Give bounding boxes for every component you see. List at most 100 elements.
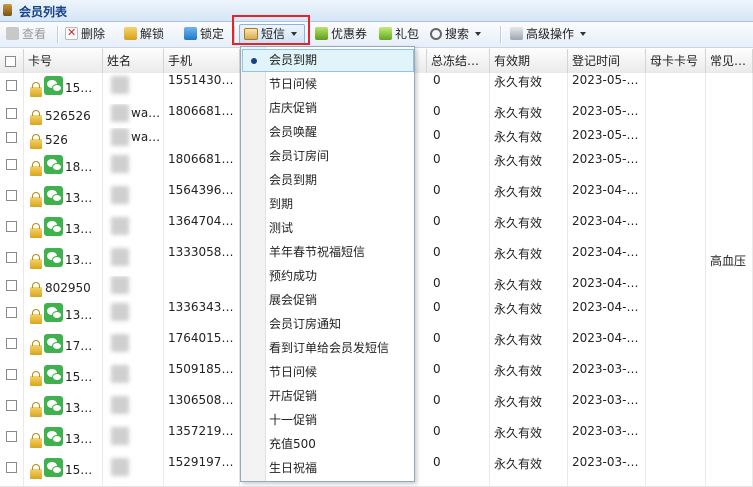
delete-button[interactable]: ✕ 删除 <box>65 25 105 44</box>
col-frozen[interactable]: 总冻结… <box>427 49 490 73</box>
sms-menu-item-label: 会员订房通知 <box>269 317 342 331</box>
sms-menu-item-label: 会员唤醒 <box>269 125 318 139</box>
sms-menu-item[interactable]: 充值500 <box>242 433 414 456</box>
checkbox-cell <box>0 104 24 128</box>
sms-menu-item[interactable]: 预约成功 <box>242 265 414 288</box>
phone-cell: 1364704… <box>164 214 240 245</box>
row-checkbox[interactable] <box>6 108 17 119</box>
col-card[interactable]: 卡号 <box>24 49 103 73</box>
row-checkbox[interactable] <box>6 252 17 263</box>
parent-card-cell <box>646 214 706 245</box>
sms-menu-item[interactable]: 到期 <box>242 193 414 216</box>
sms-menu-item[interactable]: 节日问候 <box>242 73 414 96</box>
phone-cell: 1529197… <box>164 455 240 486</box>
sms-menu-item[interactable]: 展会促销 <box>242 289 414 312</box>
sms-menu-item-label: 节日问候 <box>269 365 318 379</box>
view-button[interactable]: 查看 <box>6 25 46 44</box>
sms-menu-item[interactable]: 会员到期 <box>242 49 414 72</box>
sms-menu-item[interactable]: 会员订房通知 <box>242 313 414 336</box>
lock-button[interactable]: 锁定 <box>184 25 224 44</box>
redacted-name <box>111 155 129 173</box>
sms-menu-item[interactable]: 生日祝福 <box>242 457 414 480</box>
row-checkbox[interactable] <box>6 400 17 411</box>
row-checkbox[interactable] <box>6 462 17 473</box>
frozen-cell: 0 <box>427 152 490 183</box>
phone-cell: 1333058… <box>164 245 240 276</box>
sms-menu-item[interactable]: 测试 <box>242 217 414 240</box>
frozen-cell: 0 <box>427 424 490 455</box>
redacted-name <box>111 458 129 476</box>
card-cell: 15… <box>24 73 103 104</box>
app-icon <box>3 4 12 16</box>
wechat-icon <box>44 365 63 384</box>
sms-menu-item[interactable]: 会员唤醒 <box>242 121 414 144</box>
sms-dropdown-menu: 会员到期 节日问候 店庆促销 会员唤醒 会员订房间 会员到期 到期 测试 羊年春节祝福短信 预约成… <box>240 46 415 482</box>
sms-menu-item[interactable]: 看到订单给会员发短信 <box>242 337 414 360</box>
common-cell <box>706 424 753 455</box>
reg-time-cell: 2023-03-… <box>568 424 646 455</box>
checkbox-cell <box>0 152 24 183</box>
col-parent-card[interactable]: 母卡卡号 <box>646 49 706 73</box>
sms-menu-item[interactable]: 开店促销 <box>242 385 414 408</box>
unlock-button[interactable]: 解锁 <box>124 25 164 44</box>
row-checkbox[interactable] <box>6 132 17 143</box>
row-checkbox[interactable] <box>6 221 17 232</box>
col-validity[interactable]: 有效期 <box>490 49 568 73</box>
coupon-button[interactable]: 优惠券 <box>315 25 367 44</box>
card-number: 13… <box>65 222 93 236</box>
card-number: 13… <box>65 432 93 446</box>
toolbar-separator <box>57 26 59 43</box>
sms-menu-item[interactable]: 节日问候 <box>242 361 414 384</box>
phone-cell: 1806681… <box>164 152 240 183</box>
col-phone[interactable]: 手机 <box>164 49 240 73</box>
row-checkbox[interactable] <box>6 431 17 442</box>
card-cell: 13… <box>24 214 103 245</box>
reg-time-cell: 2023-03-… <box>568 455 646 486</box>
parent-card-cell <box>646 393 706 424</box>
sms-menu-item[interactable]: 店庆促销 <box>242 97 414 120</box>
wechat-icon <box>44 458 63 477</box>
wechat-icon <box>44 248 63 267</box>
select-all-checkbox[interactable] <box>5 56 16 67</box>
redacted-name <box>111 396 129 414</box>
checkbox-cell <box>0 214 24 245</box>
row-checkbox[interactable] <box>6 159 17 170</box>
col-name[interactable]: 姓名 <box>103 49 164 73</box>
name-cell <box>103 214 164 245</box>
common-cell <box>706 214 753 245</box>
search-icon <box>430 28 442 40</box>
validity-cell: 永久有效 <box>490 214 568 245</box>
advanced-dropdown-button[interactable]: 高级操作 <box>510 25 587 44</box>
sms-menu-item[interactable]: 会员到期 <box>242 169 414 192</box>
frozen-cell: 0 <box>427 300 490 331</box>
col-reg-time[interactable]: 登记时间 <box>568 49 646 73</box>
search-dropdown-button[interactable]: 搜索 <box>430 25 482 44</box>
sms-menu-item[interactable]: 会员订房间 <box>242 145 414 168</box>
card-number: 13… <box>65 401 93 415</box>
reg-time-cell: 2023-03-… <box>568 393 646 424</box>
gift-button[interactable]: 礼包 <box>379 25 419 44</box>
redacted-name <box>111 303 129 321</box>
phone-cell: 1764015… <box>164 331 240 362</box>
header-checkbox-cell <box>0 49 24 73</box>
toolbar-separator <box>500 26 502 43</box>
row-checkbox[interactable] <box>6 280 17 291</box>
card-number: 15… <box>65 463 93 477</box>
redacted-name <box>111 248 129 266</box>
sms-menu-item[interactable]: 羊年春节祝福短信 <box>242 241 414 264</box>
sms-menu-item-label: 节日问候 <box>269 77 318 91</box>
toolbar: 查看 ✕ 删除 解锁 锁定 短信 优惠券 礼包 搜索 高级操作 <box>0 22 753 48</box>
row-checkbox[interactable] <box>6 307 17 318</box>
row-checkbox[interactable] <box>6 80 17 91</box>
padlock-icon <box>30 254 42 269</box>
col-common[interactable]: 常见… <box>706 49 753 73</box>
row-checkbox[interactable] <box>6 190 17 201</box>
parent-card-cell <box>646 104 706 128</box>
row-checkbox[interactable] <box>6 338 17 349</box>
sms-menu-item[interactable]: 十一促销 <box>242 409 414 432</box>
row-checkbox[interactable] <box>6 369 17 380</box>
common-cell <box>706 331 753 362</box>
redacted-name <box>111 217 129 235</box>
wechat-icon <box>44 396 63 415</box>
name-cell <box>103 152 164 183</box>
